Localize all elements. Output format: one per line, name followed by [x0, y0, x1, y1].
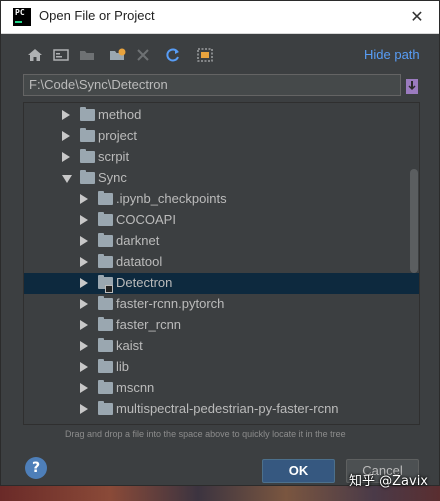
tree-row-label: project [98, 128, 138, 143]
tree-row-label: Detectron [116, 275, 173, 290]
collapsed-arrow-icon[interactable] [80, 278, 88, 288]
folder-icon [98, 296, 113, 310]
tree-row-faster-rcnn[interactable]: faster_rcnn [24, 315, 419, 336]
dialog-title: Open File or Project [39, 8, 155, 23]
folder-icon [98, 233, 113, 247]
tree-row-label: kaist [116, 338, 143, 353]
collapsed-arrow-icon[interactable] [80, 215, 88, 225]
collapsed-arrow-icon[interactable] [80, 383, 88, 393]
project-folder-icon[interactable] [77, 45, 97, 65]
tree-row-lib[interactable]: lib [24, 357, 419, 378]
delete-icon[interactable] [133, 45, 153, 65]
tree-row-label: faster_rcnn [116, 317, 182, 332]
tree-row-label: Sync [98, 170, 127, 185]
folder-icon [98, 191, 113, 205]
zhihu-watermark: 知乎 @Zavix [349, 474, 429, 489]
collapsed-arrow-icon[interactable] [62, 131, 70, 141]
tree-scrollbar[interactable] [410, 169, 418, 273]
new-folder-icon[interactable] [107, 45, 127, 65]
folder-icon [98, 212, 113, 226]
collapsed-arrow-icon[interactable] [80, 404, 88, 414]
folder-icon [80, 149, 95, 163]
collapsed-arrow-icon[interactable] [80, 362, 88, 372]
path-history-icon[interactable] [405, 77, 419, 95]
folder-icon [80, 170, 95, 184]
folder-icon [98, 254, 113, 268]
folder-icon [80, 128, 95, 142]
folder-icon [98, 359, 113, 373]
folder-icon [98, 317, 113, 331]
tree-row-kaist[interactable]: kaist [24, 336, 419, 357]
tree-row-darknet[interactable]: darknet [24, 231, 419, 252]
help-button[interactable]: ? [25, 457, 47, 479]
title-bar: PC Open File or Project ✕ [1, 1, 439, 34]
file-tree[interactable]: method project scrpit Sync .ipynb_checkpoint… [23, 102, 420, 425]
tree-row-detectron[interactable]: Detectron [24, 273, 419, 294]
tree-row-label: scrpit [98, 149, 130, 164]
collapsed-arrow-icon[interactable] [80, 194, 88, 204]
folder-icon [98, 338, 113, 352]
folder-icon [98, 401, 113, 415]
tree-row-label: faster-rcnn.pytorch [116, 296, 225, 311]
collapsed-arrow-icon[interactable] [80, 320, 88, 330]
folder-icon [98, 380, 113, 394]
close-button[interactable]: ✕ [405, 5, 429, 29]
show-hidden-icon[interactable] [195, 45, 215, 65]
tree-row-label: COCOAPI [116, 212, 176, 227]
collapsed-arrow-icon[interactable] [80, 299, 88, 309]
hide-path-link[interactable]: Hide path [364, 47, 420, 62]
tree-row-ipynb-checkpoints[interactable]: .ipynb_checkpoints [24, 189, 419, 210]
tree-row-multispectral-pedestrian-py-faster-rcnn[interactable]: multispectral-pedestrian-py-faster-rcnn [24, 399, 419, 420]
tree-row-datatool[interactable]: datatool [24, 252, 419, 273]
desktop-icon[interactable] [51, 45, 71, 65]
path-input[interactable]: F:\Code\Sync\Detectron [23, 74, 401, 96]
tree-row-label: darknet [116, 233, 160, 248]
module-marker-icon [105, 285, 113, 293]
tree-row-label: lib [116, 359, 130, 374]
collapsed-arrow-icon[interactable] [62, 152, 70, 162]
tree-row-sync[interactable]: Sync [24, 168, 419, 189]
collapsed-arrow-icon[interactable] [62, 110, 70, 120]
tree-row-method[interactable]: method [24, 105, 419, 126]
tree-row-label: .ipynb_checkpoints [116, 191, 227, 206]
tree-row-cocoapi[interactable]: COCOAPI [24, 210, 419, 231]
tree-row-project[interactable]: project [24, 126, 419, 147]
collapsed-arrow-icon[interactable] [80, 236, 88, 246]
open-file-dialog: PC Open File or Project ✕ Hide path F:\C… [0, 0, 440, 486]
collapsed-arrow-icon[interactable] [80, 341, 88, 351]
expanded-arrow-icon[interactable] [62, 175, 72, 183]
pycharm-app-icon: PC [13, 8, 31, 26]
tree-row-label: method [98, 107, 142, 122]
tree-row-label: mscnn [116, 380, 155, 395]
drag-drop-hint: Drag and drop a file into the space abov… [65, 429, 346, 439]
tree-row-scrpit[interactable]: scrpit [24, 147, 419, 168]
collapsed-arrow-icon[interactable] [80, 257, 88, 267]
refresh-icon[interactable] [163, 45, 183, 65]
tree-row-label: datatool [116, 254, 163, 269]
tree-row-mscnn[interactable]: mscnn [24, 378, 419, 399]
ok-button[interactable]: OK [262, 459, 335, 483]
tree-row-label: multispectral-pedestrian-py-faster-rcnn [116, 401, 339, 416]
tree-row-faster-rcnn-pytorch[interactable]: faster-rcnn.pytorch [24, 294, 419, 315]
folder-icon [80, 107, 95, 121]
home-icon[interactable] [25, 45, 45, 65]
